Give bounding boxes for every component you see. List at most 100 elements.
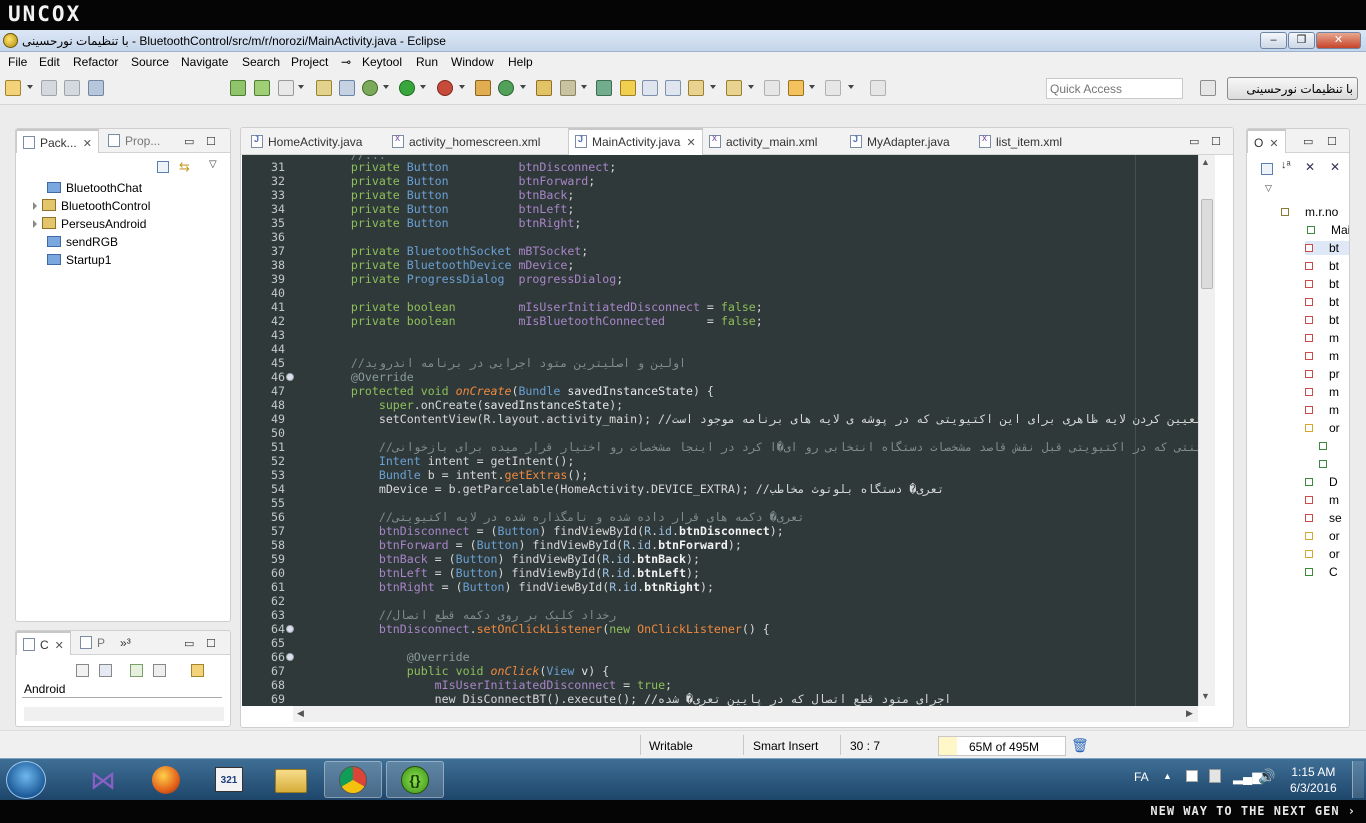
minimize-icon[interactable]: ▭ — [1303, 135, 1313, 148]
minimize-button[interactable]: – — [1260, 32, 1287, 49]
tab-activity-homescreen[interactable]: activity_homescreen.xml — [386, 130, 546, 154]
tab-properties[interactable]: Prop... — [102, 129, 166, 153]
tab-package-explorer[interactable]: Pack... ✕ — [16, 129, 99, 153]
menu-window[interactable]: Window — [451, 55, 494, 69]
heap-status[interactable]: 65M of 495M — [938, 736, 1066, 756]
scroll-right-icon[interactable]: ▶ — [1186, 708, 1193, 719]
debug-icon[interactable] — [362, 80, 378, 96]
scroll-down-icon[interactable]: ▼ — [1201, 691, 1210, 701]
outline-item[interactable]: bt — [1305, 241, 1349, 255]
next-annotation-icon[interactable] — [688, 80, 704, 96]
outline-item[interactable]: or — [1305, 529, 1340, 543]
outline-item[interactable]: se — [1305, 511, 1342, 525]
language-indicator[interactable]: FA — [1134, 770, 1149, 784]
outline-item[interactable]: bt — [1305, 259, 1339, 273]
outline-item[interactable]: m — [1305, 493, 1339, 507]
link-with-editor-icon[interactable]: ⇆ — [179, 159, 190, 175]
lint-icon[interactable] — [278, 80, 294, 96]
action-center-icon[interactable] — [1186, 770, 1198, 782]
maximize-icon[interactable]: ☐ — [206, 135, 216, 148]
clear-console-icon[interactable] — [76, 664, 89, 677]
outline-item[interactable]: bt — [1305, 313, 1339, 327]
tab-problems[interactable]: P — [74, 631, 111, 655]
back-icon[interactable] — [788, 80, 804, 96]
outline-item[interactable]: m — [1305, 403, 1339, 417]
skip-breakpoints-icon[interactable] — [339, 80, 355, 96]
external-tools-icon[interactable] — [437, 80, 453, 96]
menu-search[interactable]: Search — [242, 55, 280, 69]
taskbar-eclipse[interactable]: {} — [386, 761, 444, 798]
save-all-icon[interactable] — [64, 80, 80, 96]
prev-annotation-icon[interactable] — [726, 80, 742, 96]
scroll-up-icon[interactable]: ▲ — [1201, 157, 1210, 167]
menu-help[interactable]: Help — [508, 55, 533, 69]
tree-item-sendrgb[interactable]: sendRGB — [47, 235, 118, 249]
maximize-icon[interactable]: ☐ — [206, 637, 216, 650]
taskbar-media-player[interactable]: 321 — [200, 761, 258, 798]
display-console-icon[interactable] — [153, 664, 166, 677]
tab-myadapter[interactable]: MyAdapter.java — [844, 130, 956, 154]
close-icon[interactable]: ✕ — [83, 138, 92, 150]
editor-vscrollbar[interactable]: ▲ ▼ — [1198, 155, 1215, 706]
editor-scroll-thumb[interactable] — [1201, 199, 1213, 289]
annotation-icon[interactable] — [620, 80, 636, 96]
close-button[interactable]: ✕ — [1316, 32, 1361, 49]
scroll-left-icon[interactable]: ◀ — [297, 708, 304, 719]
run-dropdown-icon[interactable] — [420, 85, 426, 89]
toggle-mark-icon[interactable] — [596, 80, 612, 96]
scroll-lock-icon[interactable] — [99, 664, 112, 677]
open-perspective-icon[interactable] — [1200, 80, 1216, 96]
outline-item[interactable]: bt — [1305, 295, 1339, 309]
fold-icon[interactable] — [286, 373, 294, 381]
view-menu-icon[interactable]: ▽ — [209, 159, 217, 170]
collapse-all-icon[interactable] — [1261, 163, 1273, 175]
outline-item[interactable] — [1319, 439, 1343, 453]
code-area[interactable]: //... 31 private Button btnDisconnect; 3… — [242, 155, 1198, 706]
garbage-collect-icon[interactable]: 🗑 — [1071, 737, 1089, 754]
show-whitespace-icon[interactable] — [642, 80, 658, 96]
taskbar-chrome[interactable] — [324, 761, 382, 798]
outline-item[interactable]: m — [1305, 331, 1339, 345]
pin-editor-icon[interactable] — [870, 80, 886, 96]
avd-manager-icon[interactable] — [254, 80, 270, 96]
run-icon[interactable] — [399, 80, 415, 96]
back-dropdown-icon[interactable] — [809, 85, 815, 89]
expand-icon[interactable] — [33, 220, 37, 228]
perspective-button[interactable]: با تنظیمات نورحسینی — [1227, 77, 1358, 100]
volume-icon[interactable]: 🔊 — [1258, 768, 1275, 785]
save-icon[interactable] — [41, 80, 57, 96]
outline-item[interactable]: MainA — [1307, 223, 1349, 237]
taskbar-explorer[interactable] — [262, 761, 320, 798]
pin-console-icon[interactable] — [130, 664, 143, 677]
debug-dropdown-icon[interactable] — [383, 85, 389, 89]
show-desktop-button[interactable] — [1352, 761, 1364, 798]
show-hidden-icons-icon[interactable]: ▲ — [1163, 771, 1172, 781]
forward-dropdown-icon[interactable] — [848, 85, 854, 89]
taskbar-visual-studio[interactable]: ⋈ — [76, 761, 134, 798]
fold-icon[interactable] — [286, 625, 294, 633]
prev-annotation-dropdown-icon[interactable] — [748, 85, 754, 89]
tree-item-perseusandroid[interactable]: PerseusAndroid — [33, 217, 146, 231]
code-lines[interactable]: //... 31 private Button btnDisconnect; 3… — [242, 155, 1198, 706]
tab-outline[interactable]: O ✕ — [1247, 129, 1286, 153]
maximize-icon[interactable]: ☐ — [1211, 135, 1221, 148]
collapse-all-icon[interactable] — [157, 161, 169, 173]
print-icon[interactable] — [88, 80, 104, 96]
menu-run[interactable]: Run — [416, 55, 438, 69]
minimize-icon[interactable]: ▭ — [184, 135, 194, 148]
open-console-icon[interactable] — [191, 664, 204, 677]
expand-icon[interactable] — [33, 202, 37, 210]
tab-list-item[interactable]: list_item.xml — [973, 130, 1068, 154]
fold-icon[interactable] — [286, 653, 294, 661]
android-sdk-icon[interactable] — [230, 80, 246, 96]
tab-mainactivity[interactable]: MainActivity.java ✕ — [568, 128, 703, 155]
new-java-class-icon[interactable] — [498, 80, 514, 96]
menu-project[interactable]: Project — [291, 55, 328, 69]
menu-file[interactable]: File — [8, 55, 27, 69]
minimize-icon[interactable]: ▭ — [1189, 135, 1199, 148]
outline-item[interactable]: or — [1305, 421, 1340, 435]
outline-item[interactable]: or — [1305, 547, 1340, 561]
open-type-icon[interactable] — [536, 80, 552, 96]
tree-item-startup1[interactable]: Startup1 — [47, 253, 111, 267]
close-icon[interactable]: ✕ — [686, 137, 695, 149]
